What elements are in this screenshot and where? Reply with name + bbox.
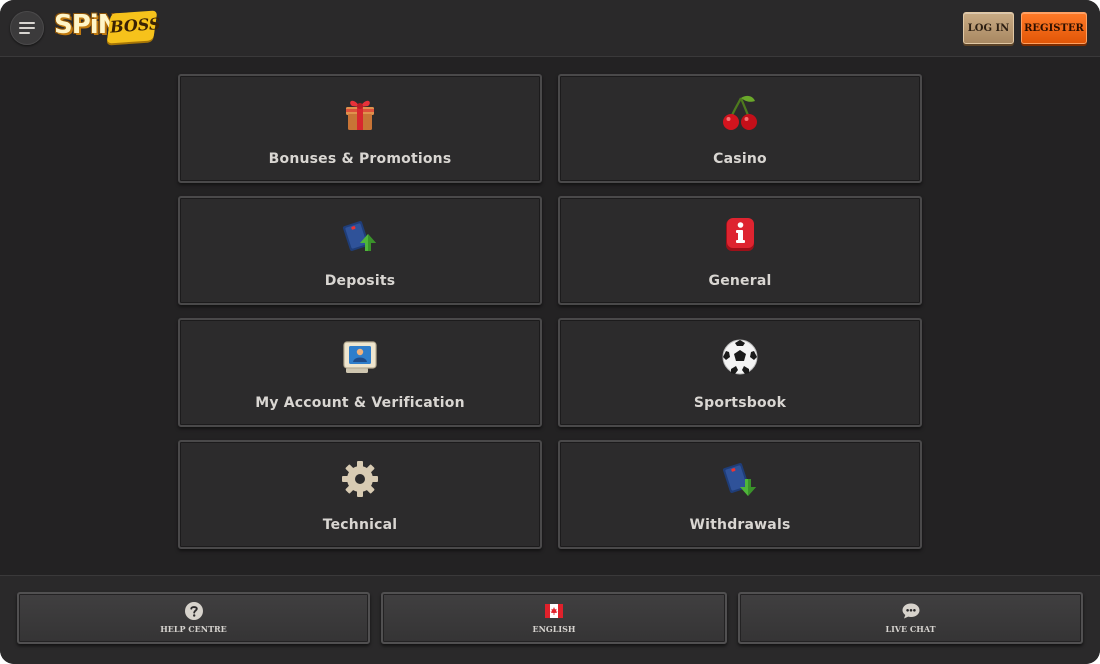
wallet-deposit-icon	[339, 214, 381, 256]
category-label: My Account & Verification	[255, 395, 465, 411]
category-label: Sportsbook	[693, 395, 787, 411]
question-icon	[184, 601, 204, 621]
category-sportsbook[interactable]: Sportsbook	[558, 318, 922, 427]
app-frame: SPiN BOSS LOG IN REGISTER Bonuses & Prom…	[0, 0, 1100, 664]
category-technical[interactable]: Technical	[178, 440, 542, 549]
spinboss-logo[interactable]: SPiN BOSS	[54, 10, 162, 46]
category-deposits[interactable]: Deposits	[178, 196, 542, 305]
canada-flag-icon	[544, 601, 564, 621]
chat-bubble-icon	[901, 601, 921, 621]
category-casino[interactable]: Casino	[558, 74, 922, 183]
category-label: Technical	[322, 517, 398, 533]
category-label: General	[708, 273, 772, 289]
soccer-ball-icon	[719, 336, 761, 378]
bottom-bar: HELP CENTRE ENGLISH LIVE CHAT	[0, 575, 1100, 664]
register-button[interactable]: REGISTER	[1021, 12, 1087, 44]
help-categories-grid: Bonuses & Promotions Casino Deposits Gen…	[178, 74, 922, 549]
category-label: Casino	[713, 151, 767, 167]
live-chat-button[interactable]: LIVE CHAT	[738, 592, 1083, 644]
language-label: ENGLISH	[532, 624, 576, 634]
top-header: SPiN BOSS LOG IN REGISTER	[0, 0, 1100, 57]
category-withdrawals[interactable]: Withdrawals	[558, 440, 922, 549]
category-bonuses-promotions[interactable]: Bonuses & Promotions	[178, 74, 542, 183]
logo-boss-text: BOSS	[109, 14, 162, 37]
help-centre-button[interactable]: HELP CENTRE	[17, 592, 370, 644]
gift-icon	[339, 92, 381, 134]
help-centre-label: HELP CENTRE	[160, 624, 227, 634]
category-general[interactable]: General	[558, 196, 922, 305]
category-my-account-verification[interactable]: My Account & Verification	[178, 318, 542, 427]
category-label: Deposits	[324, 273, 396, 289]
category-label: Withdrawals	[689, 517, 791, 533]
id-card-monitor-icon	[339, 336, 381, 378]
live-chat-label: LIVE CHAT	[885, 624, 936, 634]
language-button[interactable]: ENGLISH	[381, 592, 727, 644]
gear-icon	[339, 458, 381, 500]
info-icon	[719, 214, 761, 256]
hamburger-icon	[19, 22, 35, 34]
cherries-icon	[719, 92, 761, 134]
wallet-withdraw-icon	[719, 458, 761, 500]
menu-button[interactable]	[10, 11, 44, 45]
category-label: Bonuses & Promotions	[268, 151, 452, 167]
login-button[interactable]: LOG IN	[963, 12, 1014, 44]
